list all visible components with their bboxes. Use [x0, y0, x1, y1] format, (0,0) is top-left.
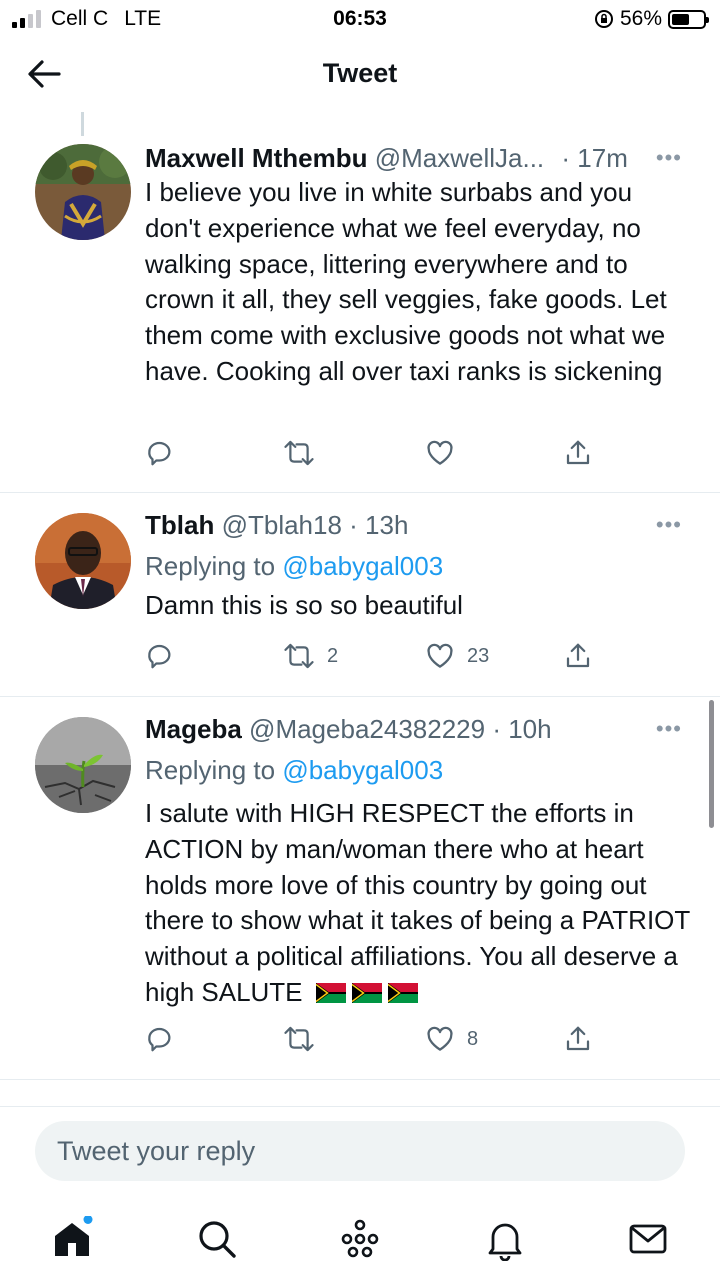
share-icon — [566, 643, 590, 668]
retweet-button[interactable]: 2 — [283, 641, 338, 671]
tweet[interactable]: Mageba @Mageba24382229 · 10h ••• Replyin… — [0, 698, 720, 1080]
tweet-actions — [145, 438, 595, 472]
header: Tweet — [0, 40, 720, 110]
retweet-count: 2 — [327, 644, 339, 667]
tweet-text-body: I salute with HIGH RESPECT the efforts i… — [145, 798, 690, 1007]
reply-button[interactable] — [145, 438, 175, 468]
retweet-icon — [284, 1026, 314, 1052]
like-button[interactable] — [425, 438, 467, 468]
reply-bar — [0, 1106, 720, 1196]
like-count: 8 — [467, 1027, 479, 1050]
avatar-image — [35, 144, 131, 240]
tweet-time: · 10h — [492, 714, 552, 744]
like-count: 23 — [467, 644, 490, 667]
battery-percent: 56% — [619, 7, 662, 30]
tweet-header: Tblah @Tblah18 · 13h ••• — [145, 508, 690, 542]
replying-to-label: Replying to — [145, 551, 276, 581]
nav-messages[interactable] — [623, 1214, 673, 1264]
author-name[interactable]: Maxwell Mthembu — [145, 143, 367, 173]
author-handle[interactable]: @MaxwellJa... — [375, 143, 544, 173]
tweet-text: Damn this is so so beautiful — [145, 590, 463, 620]
retweet-button[interactable] — [283, 1024, 327, 1054]
tweet-actions: 8 — [145, 1024, 595, 1058]
tweet[interactable]: Tblah @Tblah18 · 13h ••• Replying to @ba… — [0, 494, 720, 697]
replying-to-label: Replying to — [145, 755, 276, 785]
page-title: Tweet — [322, 58, 398, 88]
share-button[interactable] — [563, 641, 593, 671]
tweet-content: Tblah @Tblah18 · 13h ••• Replying to @ba… — [145, 508, 690, 624]
reply-icon — [148, 441, 171, 466]
tweet-time: · 17m — [561, 143, 628, 173]
status-bar: Cell C LTE 06:53 56% — [0, 0, 720, 38]
tweet-text: I believe you live in white surbabs and … — [145, 177, 667, 386]
retweet-icon — [284, 643, 314, 669]
tweet-content: Maxwell Mthembu @MaxwellJa... · 17m ••• … — [145, 141, 690, 390]
reply-icon — [148, 1027, 171, 1052]
tweet-time: · 13h — [349, 510, 409, 540]
share-button[interactable] — [563, 1024, 593, 1054]
avatar[interactable] — [35, 717, 131, 813]
tweet[interactable]: Maxwell Mthembu @MaxwellJa... · 17m ••• … — [0, 136, 720, 493]
like-button[interactable]: 23 — [425, 641, 489, 671]
battery-icon — [668, 9, 709, 29]
vanuatu-flag-icon — [351, 982, 382, 1003]
replying-to-handle[interactable]: @babygal003 — [282, 551, 443, 581]
author-name[interactable]: Tblah — [145, 510, 214, 540]
retweet-button[interactable] — [283, 438, 327, 468]
replying-to: Replying to @babygal003 — [145, 752, 690, 788]
next-tweet-peek — [0, 1098, 720, 1106]
messages-icon — [629, 1224, 667, 1254]
tweet-content: Mageba @Mageba24382229 · 10h ••• Replyin… — [145, 712, 690, 1011]
share-button[interactable] — [563, 438, 593, 468]
reply-button[interactable] — [145, 1024, 175, 1054]
avatar[interactable] — [35, 144, 131, 240]
avatar-image — [35, 513, 131, 609]
bottom-nav — [0, 1196, 720, 1280]
author-name[interactable]: Mageba — [145, 714, 242, 744]
reply-button[interactable] — [145, 641, 175, 671]
vanuatu-flag-icon — [387, 982, 418, 1003]
tweet-actions: 2 23 — [145, 641, 595, 675]
thread-line — [81, 112, 84, 136]
more-options-icon[interactable]: ••• — [656, 712, 682, 746]
nav-notifications[interactable] — [480, 1214, 530, 1264]
home-icon — [55, 1216, 93, 1256]
avatar-image — [35, 717, 131, 813]
tweet-header: Maxwell Mthembu @MaxwellJa... · 17m ••• — [145, 141, 690, 175]
nav-spaces[interactable] — [335, 1214, 385, 1264]
nav-search[interactable] — [192, 1214, 242, 1264]
more-options-icon[interactable]: ••• — [656, 508, 682, 542]
avatar[interactable] — [35, 513, 131, 609]
orientation-lock-icon — [594, 10, 613, 28]
share-icon — [566, 1026, 590, 1051]
heart-icon — [427, 1026, 453, 1051]
replying-to: Replying to @babygal003 — [145, 548, 690, 584]
heart-icon — [427, 440, 453, 465]
retweet-icon — [284, 440, 314, 466]
author-handle[interactable]: @Mageba24382229 — [249, 714, 485, 744]
battery-fill — [672, 13, 689, 25]
heart-icon — [427, 643, 453, 668]
reply-icon — [148, 644, 171, 669]
status-right: 56% — [594, 7, 709, 31]
replying-to-handle[interactable]: @babygal003 — [282, 755, 443, 785]
like-button[interactable]: 8 — [425, 1024, 478, 1054]
more-options-icon[interactable]: ••• — [656, 141, 682, 175]
reply-input[interactable] — [35, 1121, 685, 1181]
search-icon — [199, 1221, 236, 1258]
tweet-header: Mageba @Mageba24382229 · 10h ••• — [145, 712, 690, 746]
tweet-text: I salute with HIGH RESPECT the efforts i… — [145, 796, 690, 1011]
vanuatu-flag-icon — [315, 982, 346, 1003]
scrollbar[interactable] — [709, 700, 714, 828]
notifications-icon — [488, 1223, 522, 1261]
spaces-icon — [341, 1219, 379, 1258]
nav-home[interactable] — [47, 1214, 97, 1264]
share-icon — [566, 440, 590, 465]
author-handle[interactable]: @Tblah18 — [222, 510, 342, 540]
